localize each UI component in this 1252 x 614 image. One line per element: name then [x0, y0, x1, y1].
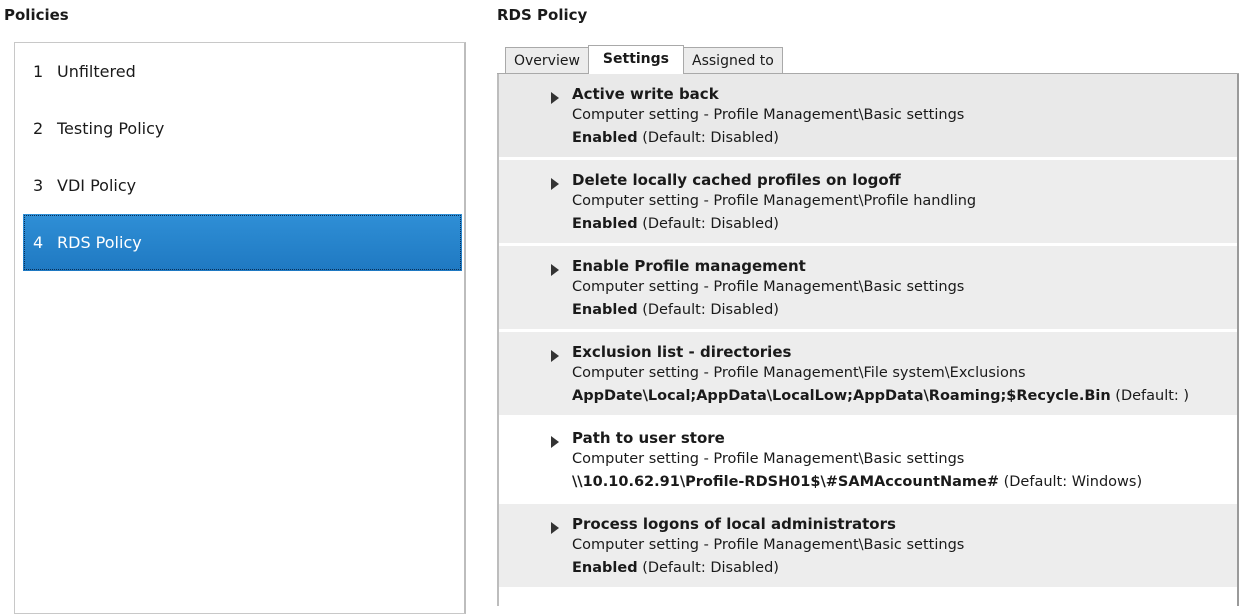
- policy-item-testing-policy[interactable]: 2 Testing Policy: [17, 100, 462, 157]
- setting-default: (Default: Disabled): [642, 560, 779, 576]
- setting-value: Enabled: [572, 216, 638, 232]
- policies-list-panel: 1 Unfiltered 2 Testing Policy 3 VDI Policy …: [14, 42, 466, 614]
- triangle-right-icon[interactable]: [551, 92, 559, 104]
- policies-list: 1 Unfiltered 2 Testing Policy 3 VDI Policy …: [15, 43, 464, 271]
- policy-priority: 2: [33, 119, 44, 138]
- setting-row[interactable]: Path to user store Computer setting - Pr…: [499, 418, 1237, 504]
- setting-path: Computer setting - Profile Management\Ba…: [572, 107, 965, 123]
- setting-name: Enable Profile management: [572, 257, 806, 275]
- setting-name: Active write back: [572, 85, 719, 103]
- settings-list[interactable]: Active write back Computer setting - Pro…: [497, 74, 1239, 606]
- setting-path: Computer setting - Profile Management\Ba…: [572, 537, 965, 553]
- setting-value: \\10.10.62.91\Profile-RDSH01$\#SAMAccoun…: [572, 474, 999, 490]
- tab-settings[interactable]: Settings: [587, 45, 685, 74]
- setting-name: Path to user store: [572, 429, 725, 447]
- policy-tabs: Overview Settings Assigned to: [505, 45, 783, 74]
- policy-name: Testing Policy: [57, 119, 165, 138]
- policy-priority: 3: [33, 176, 44, 195]
- setting-path: Computer setting - Profile Management\Pr…: [572, 193, 977, 209]
- setting-value: Enabled: [572, 302, 638, 318]
- setting-default: (Default: Disabled): [642, 130, 779, 146]
- setting-default: (Default: Windows): [1003, 474, 1143, 490]
- tab-assigned-to[interactable]: Assigned to: [683, 47, 783, 74]
- setting-name: Exclusion list - directories: [572, 343, 792, 361]
- setting-value-line: Enabled (Default: Disabled): [572, 216, 779, 232]
- setting-value-line: AppDate\Local;AppData\LocalLow;AppData\R…: [572, 388, 1189, 404]
- setting-name: Process logons of local administrators: [572, 515, 896, 533]
- setting-row[interactable]: Enable Profile management Computer setti…: [499, 246, 1237, 332]
- setting-value: Enabled: [572, 560, 638, 576]
- triangle-right-icon[interactable]: [551, 436, 559, 448]
- setting-value-line: \\10.10.62.91\Profile-RDSH01$\#SAMAccoun…: [572, 474, 1142, 490]
- policy-item-rds-policy[interactable]: 4 RDS Policy: [23, 214, 462, 271]
- policy-item-vdi-policy[interactable]: 3 VDI Policy: [17, 157, 462, 214]
- setting-row[interactable]: Exclusion list - directories Computer se…: [499, 332, 1237, 418]
- setting-path: Computer setting - Profile Management\Ba…: [572, 451, 965, 467]
- policy-priority: 1: [33, 62, 44, 81]
- policy-detail-heading: RDS Policy: [497, 6, 588, 24]
- policy-item-unfiltered[interactable]: 1 Unfiltered: [17, 43, 462, 100]
- setting-default: (Default: Disabled): [642, 216, 779, 232]
- setting-row[interactable]: Active write back Computer setting - Pro…: [499, 74, 1237, 160]
- setting-name: Delete locally cached profiles on logoff: [572, 171, 901, 189]
- policies-heading: Policies: [4, 6, 69, 24]
- setting-default: (Default: ): [1115, 388, 1190, 404]
- setting-default: (Default: Disabled): [642, 302, 779, 318]
- triangle-right-icon[interactable]: [551, 264, 559, 276]
- triangle-right-icon[interactable]: [551, 350, 559, 362]
- triangle-right-icon[interactable]: [551, 178, 559, 190]
- policy-name: RDS Policy: [57, 233, 142, 252]
- setting-row[interactable]: Process logons of local administrators C…: [499, 504, 1237, 590]
- triangle-right-icon[interactable]: [551, 522, 559, 534]
- setting-path: Computer setting - Profile Management\Fi…: [572, 365, 1026, 381]
- setting-value-line: Enabled (Default: Disabled): [572, 130, 779, 146]
- policy-name: Unfiltered: [57, 62, 136, 81]
- policy-name: VDI Policy: [57, 176, 137, 195]
- policy-priority: 4: [33, 233, 44, 252]
- setting-value: AppDate\Local;AppData\LocalLow;AppData\R…: [572, 388, 1111, 404]
- setting-value: Enabled: [572, 130, 638, 146]
- setting-value-line: Enabled (Default: Disabled): [572, 302, 779, 318]
- setting-row[interactable]: Delete locally cached profiles on logoff…: [499, 160, 1237, 246]
- tab-overview[interactable]: Overview: [505, 47, 589, 74]
- setting-value-line: Enabled (Default: Disabled): [572, 560, 779, 576]
- setting-path: Computer setting - Profile Management\Ba…: [572, 279, 965, 295]
